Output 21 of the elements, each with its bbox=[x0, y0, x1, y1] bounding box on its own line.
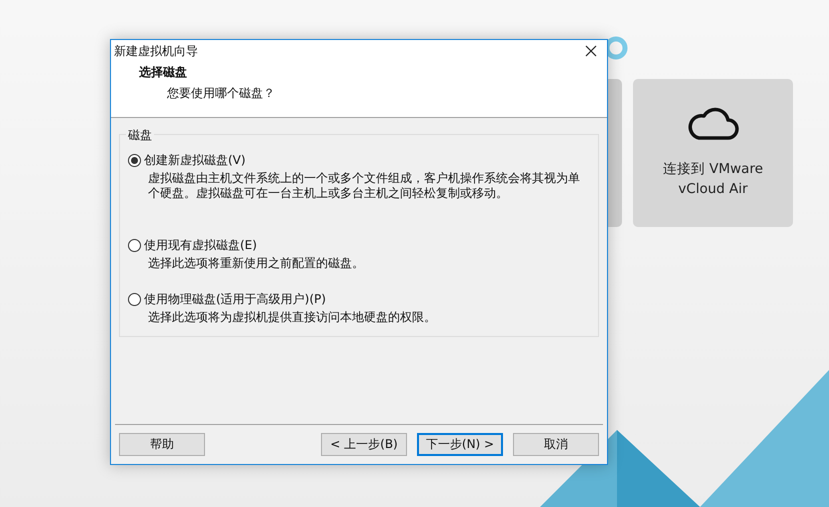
option-description: 虚拟磁盘由主机文件系统上的一个或多个文件组成，客户机操作系统会将其视为单个硬盘。虚拟磁盘可在一台主机上或多台主机之间轻松复制或移动。 bbox=[147, 171, 581, 201]
help-button[interactable]: 帮助 bbox=[119, 433, 205, 456]
wizard-button[interactable]: < 上一步(B) bbox=[321, 433, 407, 456]
cloud-icon bbox=[687, 107, 739, 141]
radio-button[interactable] bbox=[128, 239, 141, 252]
window-title: 新建虚拟机向导 bbox=[114, 42, 198, 60]
wizard-button[interactable]: 取消 bbox=[513, 433, 599, 456]
close-icon[interactable] bbox=[585, 45, 597, 57]
step-subtitle: 您要使用哪个磁盘？ bbox=[166, 85, 276, 102]
card-label: 连接到 VMware bbox=[662, 160, 764, 179]
option-description: 选择此选项将重新使用之前配置的磁盘。 bbox=[147, 256, 365, 271]
card-label: vCloud Air bbox=[678, 180, 748, 199]
home-card[interactable]: 连接到 VMware vCloud Air bbox=[633, 79, 793, 227]
wizard-button[interactable]: 下一步(N) > bbox=[417, 433, 503, 456]
option-description: 选择此选项将为虚拟机提供直接访问本地硬盘的权限。 bbox=[147, 310, 437, 325]
option-label[interactable]: 使用物理磁盘(适用于高级用户)(P) bbox=[144, 291, 326, 308]
radio-button[interactable] bbox=[128, 154, 141, 167]
option-label[interactable]: 使用现有虚拟磁盘(E) bbox=[144, 237, 257, 254]
step-title: 选择磁盘 bbox=[139, 64, 188, 81]
radio-button[interactable] bbox=[128, 293, 141, 306]
option-label[interactable]: 创建新虚拟磁盘(V) bbox=[144, 152, 246, 169]
